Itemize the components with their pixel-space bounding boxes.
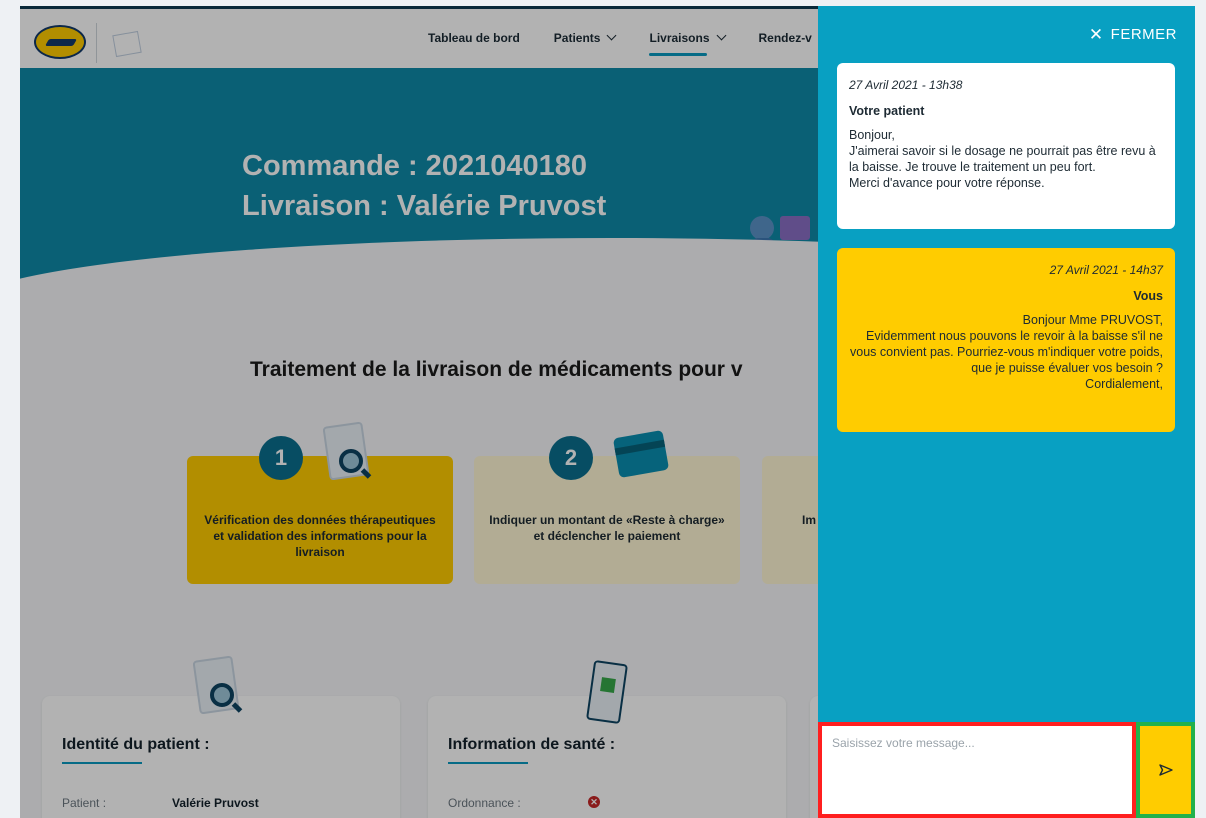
message-body: Bonjour, J'aimerai savoir si le dosage n… [849, 128, 1156, 190]
close-icon: ✕ [1088, 25, 1104, 44]
message-date: 27 Avril 2021 - 13h38 [849, 78, 963, 92]
send-icon [1158, 764, 1173, 776]
chat-panel: ✕ FERMER 27 Avril 2021 - 13h38 Votre pat… [818, 6, 1195, 818]
message-received: 27 Avril 2021 - 13h38 Votre patient Bonj… [837, 63, 1175, 229]
send-button[interactable] [1136, 722, 1195, 818]
message-input[interactable] [818, 722, 1136, 818]
close-button[interactable]: ✕ FERMER [1089, 26, 1177, 43]
message-body: Bonjour Mme PRUVOST, Evidemment nous pou… [850, 313, 1163, 391]
message-author: Votre patient [849, 104, 925, 118]
close-label: FERMER [1110, 26, 1177, 43]
message-author: Vous [1133, 289, 1163, 303]
message-composer [818, 722, 1195, 818]
message-sent: 27 Avril 2021 - 14h37 Vous Bonjour Mme P… [837, 248, 1175, 432]
message-date: 27 Avril 2021 - 14h37 [1049, 263, 1163, 277]
